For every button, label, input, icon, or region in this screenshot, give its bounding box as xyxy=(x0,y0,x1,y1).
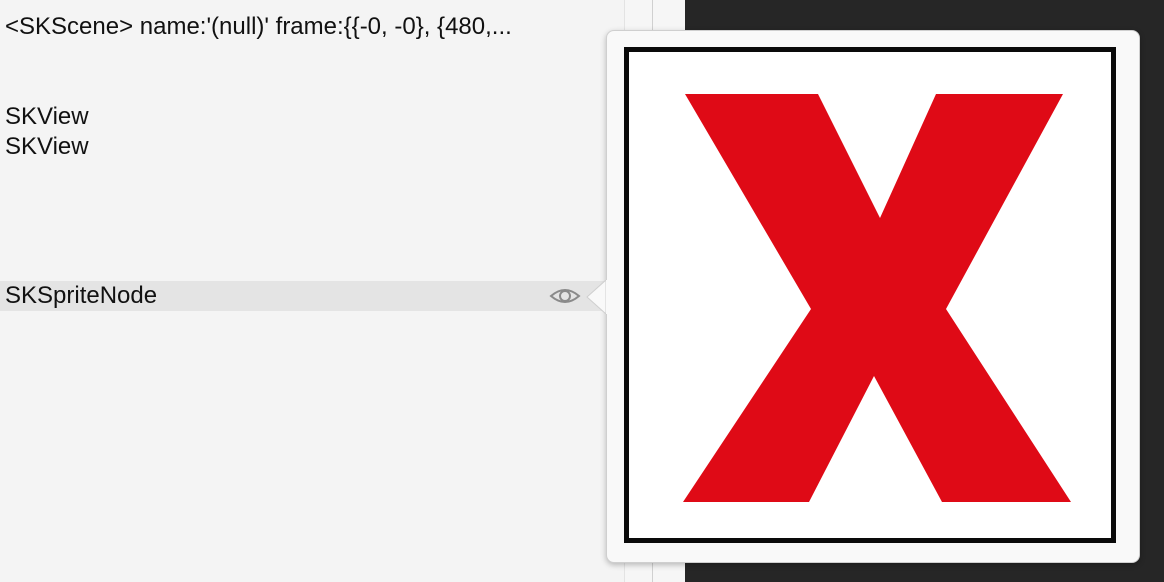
view-label: SKView xyxy=(5,133,89,160)
view-row[interactable]: SKView xyxy=(0,132,89,162)
x-icon xyxy=(683,94,1071,502)
image-preview xyxy=(624,47,1116,543)
popover-arrow xyxy=(586,280,614,314)
eye-icon[interactable] xyxy=(548,283,582,309)
sprite-node-label: SKSpriteNode xyxy=(5,282,158,309)
sprite-node-row[interactable]: SKSpriteNode xyxy=(0,281,605,311)
view-row[interactable]: SKView xyxy=(0,102,89,132)
scene-label: <SKScene> name:'(null)' frame:{{-0, -0},… xyxy=(5,13,512,40)
scene-row[interactable]: <SKScene> name:'(null)' frame:{{-0, -0},… xyxy=(0,12,512,42)
view-label: SKView xyxy=(5,103,89,130)
quick-look-popover xyxy=(606,30,1140,563)
object-outline: <SKScene> name:'(null)' frame:{{-0, -0},… xyxy=(0,0,624,582)
